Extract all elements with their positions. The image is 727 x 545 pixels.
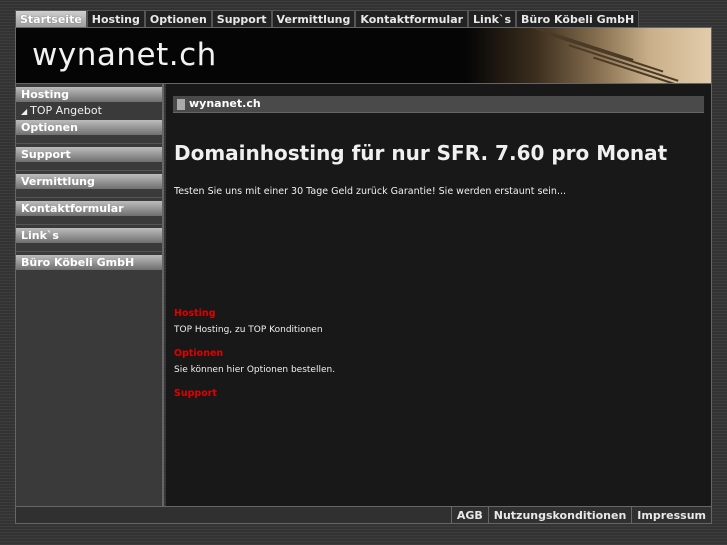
tab-kontaktformular[interactable]: Kontaktformular — [355, 10, 469, 28]
sidebar-item-top-angebot[interactable]: ◢ TOP Angebot — [16, 102, 162, 120]
section-title-optionen[interactable]: Optionen — [174, 348, 223, 359]
sidebar-item-label: TOP Angebot — [30, 104, 102, 117]
arrow-icon: ◢ — [21, 107, 28, 116]
content-header-title: wynanet.ch — [189, 97, 261, 110]
content-header-bar: wynanet.ch — [173, 96, 704, 113]
footer-link-nutzungskonditionen[interactable]: Nutzungskonditionen — [487, 507, 632, 523]
page-headline: Domainhosting für nur SFR. 7.60 pro Mona… — [174, 141, 668, 165]
intro-text: Testen Sie uns mit einer 30 Tage Geld zu… — [174, 186, 567, 197]
banner-photo — [466, 28, 711, 83]
tab-hosting[interactable]: Hosting — [86, 10, 145, 28]
sidebar-item-links[interactable]: Link`s — [16, 228, 162, 243]
top-navigation: Startseite Hosting Optionen Support Verm… — [15, 10, 640, 28]
section-title-hosting[interactable]: Hosting — [174, 308, 216, 319]
sidebar-item-buero[interactable]: Büro Köbeli GmbH — [16, 255, 162, 270]
sidebar-item-vermittlung[interactable]: Vermittlung — [16, 174, 162, 189]
tab-startseite[interactable]: Startseite — [15, 10, 87, 28]
site-logo[interactable]: wynanet.ch — [32, 37, 217, 73]
site-banner: wynanet.ch — [15, 27, 712, 84]
main-content: wynanet.ch Domainhosting für nur SFR. 7.… — [166, 84, 711, 506]
page-body: Hosting ◢ TOP Angebot Optionen Support Ve… — [15, 84, 712, 506]
sidebar: Hosting ◢ TOP Angebot Optionen Support Ve… — [16, 84, 164, 506]
divider — [16, 189, 162, 198]
sidebar-item-kontaktformular[interactable]: Kontaktformular — [16, 201, 162, 216]
tab-vermittlung[interactable]: Vermittlung — [271, 10, 356, 28]
divider — [16, 162, 162, 171]
section-text-hosting: TOP Hosting, zu TOP Konditionen — [174, 325, 323, 335]
tab-support[interactable]: Support — [211, 10, 272, 28]
sidebar-item-hosting[interactable]: Hosting — [16, 87, 162, 102]
tab-buero-koebeli[interactable]: Büro Köbeli GmbH — [516, 10, 640, 28]
square-icon — [177, 99, 185, 110]
divider — [16, 243, 162, 252]
sidebar-item-support[interactable]: Support — [16, 147, 162, 162]
divider — [16, 135, 162, 144]
tab-links[interactable]: Link`s — [468, 10, 517, 28]
sidebar-item-optionen[interactable]: Optionen — [16, 120, 162, 135]
section-title-support[interactable]: Support — [174, 388, 217, 399]
footer-bar: AGB Nutzungskonditionen Impressum — [15, 506, 712, 524]
section-text-optionen: Sie können hier Optionen bestellen. — [174, 365, 336, 375]
tab-optionen[interactable]: Optionen — [144, 10, 212, 28]
divider — [16, 216, 162, 225]
footer-link-agb[interactable]: AGB — [450, 507, 488, 523]
footer-link-impressum[interactable]: Impressum — [631, 507, 711, 523]
